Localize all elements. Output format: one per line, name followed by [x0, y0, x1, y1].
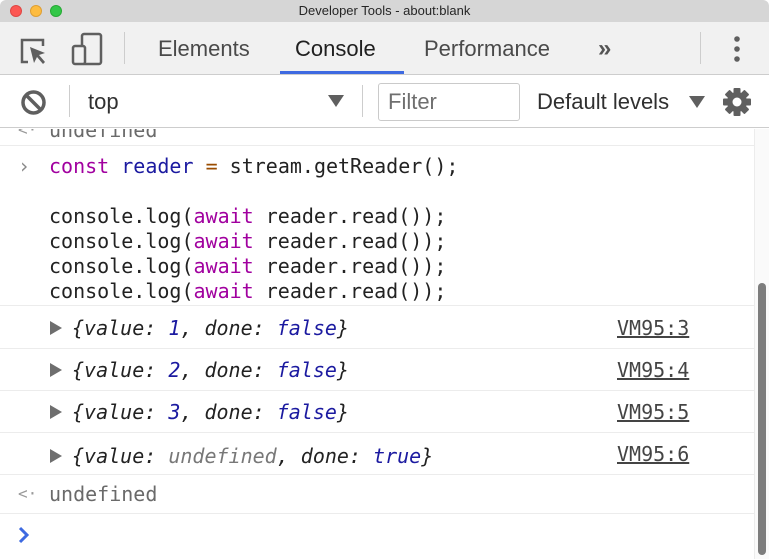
toolbar-divider [362, 85, 363, 117]
device-mobile-icon [71, 32, 103, 66]
expand-triangle-icon[interactable] [50, 449, 62, 463]
inspect-element-button[interactable] [19, 37, 49, 70]
code-line: console.log(await reader.read()); [49, 229, 447, 253]
scrollbar-thumb[interactable] [758, 283, 766, 555]
source-link[interactable]: VM95:5 [617, 399, 689, 425]
result-arrow-icon: <· [18, 484, 38, 503]
console-log-row[interactable]: {value: 1, done: false} VM95:3 [0, 307, 754, 349]
result-arrow-icon: <· [18, 129, 38, 139]
kebab-menu-icon [734, 36, 740, 62]
object-preview[interactable]: {value: 1, done: false} [50, 315, 349, 341]
console-scrollbar[interactable] [754, 129, 769, 559]
console-settings-button[interactable] [722, 87, 752, 122]
console-prompt[interactable] [0, 514, 754, 559]
tab-performance[interactable]: Performance [424, 22, 550, 75]
toolbar-divider [69, 85, 70, 117]
expand-triangle-icon[interactable] [50, 321, 62, 335]
result-value: undefined [49, 482, 158, 506]
source-link[interactable]: VM95:4 [617, 357, 689, 383]
levels-dropdown-arrow[interactable] [688, 95, 706, 114]
console-log-row[interactable]: {value: 2, done: false} VM95:4 [0, 349, 754, 391]
result-value: undefined [49, 129, 158, 142]
expand-triangle-icon[interactable] [50, 363, 62, 377]
console-result-row: <· undefined [0, 475, 754, 514]
prompt-chevron-icon: › [18, 154, 31, 178]
console-result-row: <· undefined [0, 129, 754, 146]
code-line: console.log(await reader.read()); [49, 254, 447, 278]
code-line: console.log(await reader.read()); [49, 204, 447, 228]
source-link[interactable]: VM95:3 [617, 315, 689, 341]
window-title: Developer Tools - about:blank [298, 3, 471, 18]
toolbar-divider [124, 32, 125, 64]
object-preview[interactable]: {value: 2, done: false} [50, 357, 349, 383]
clear-console-button[interactable] [20, 89, 47, 121]
gear-icon [723, 88, 751, 116]
tab-elements[interactable]: Elements [158, 22, 250, 75]
inspect-cursor-icon [20, 38, 45, 64]
customize-menu-button[interactable] [731, 35, 743, 68]
more-tabs-button[interactable]: » [598, 22, 611, 75]
console-log-row[interactable]: {value: undefined, done: true} VM95:6 [0, 433, 754, 475]
object-preview[interactable]: {value: 3, done: false} [50, 399, 349, 425]
console-toolbar: top Default levels [0, 75, 769, 128]
block-clear-icon [21, 90, 46, 115]
execution-context-select[interactable]: top [88, 75, 119, 128]
source-link[interactable]: VM95:6 [617, 441, 689, 467]
filter-input[interactable] [378, 83, 520, 121]
chevron-down-icon [328, 95, 344, 107]
active-tab-indicator [280, 71, 404, 74]
object-preview[interactable]: {value: undefined, done: true} [50, 443, 433, 469]
chevron-down-icon [689, 96, 705, 108]
code-line: const reader = stream.getReader(); [49, 154, 459, 178]
panel-tabbar: Elements Console Performance » [0, 22, 769, 75]
expand-triangle-icon[interactable] [50, 405, 62, 419]
code-line: console.log(await reader.read()); [49, 279, 447, 303]
toolbar-divider [700, 32, 701, 64]
console-input-row: › const reader = stream.getReader(); con… [0, 146, 754, 306]
tab-console[interactable]: Console [295, 22, 376, 75]
device-toolbar-button[interactable] [71, 32, 103, 71]
window-titlebar: Developer Tools - about:blank [0, 0, 769, 22]
console-log-row[interactable]: {value: 3, done: false} VM95:5 [0, 391, 754, 433]
log-levels-select[interactable]: Default levels [537, 75, 669, 128]
prompt-chevron-icon [18, 526, 30, 544]
console-messages: <· undefined › const reader = stream.get… [0, 129, 754, 559]
context-dropdown-arrow[interactable] [327, 94, 345, 113]
